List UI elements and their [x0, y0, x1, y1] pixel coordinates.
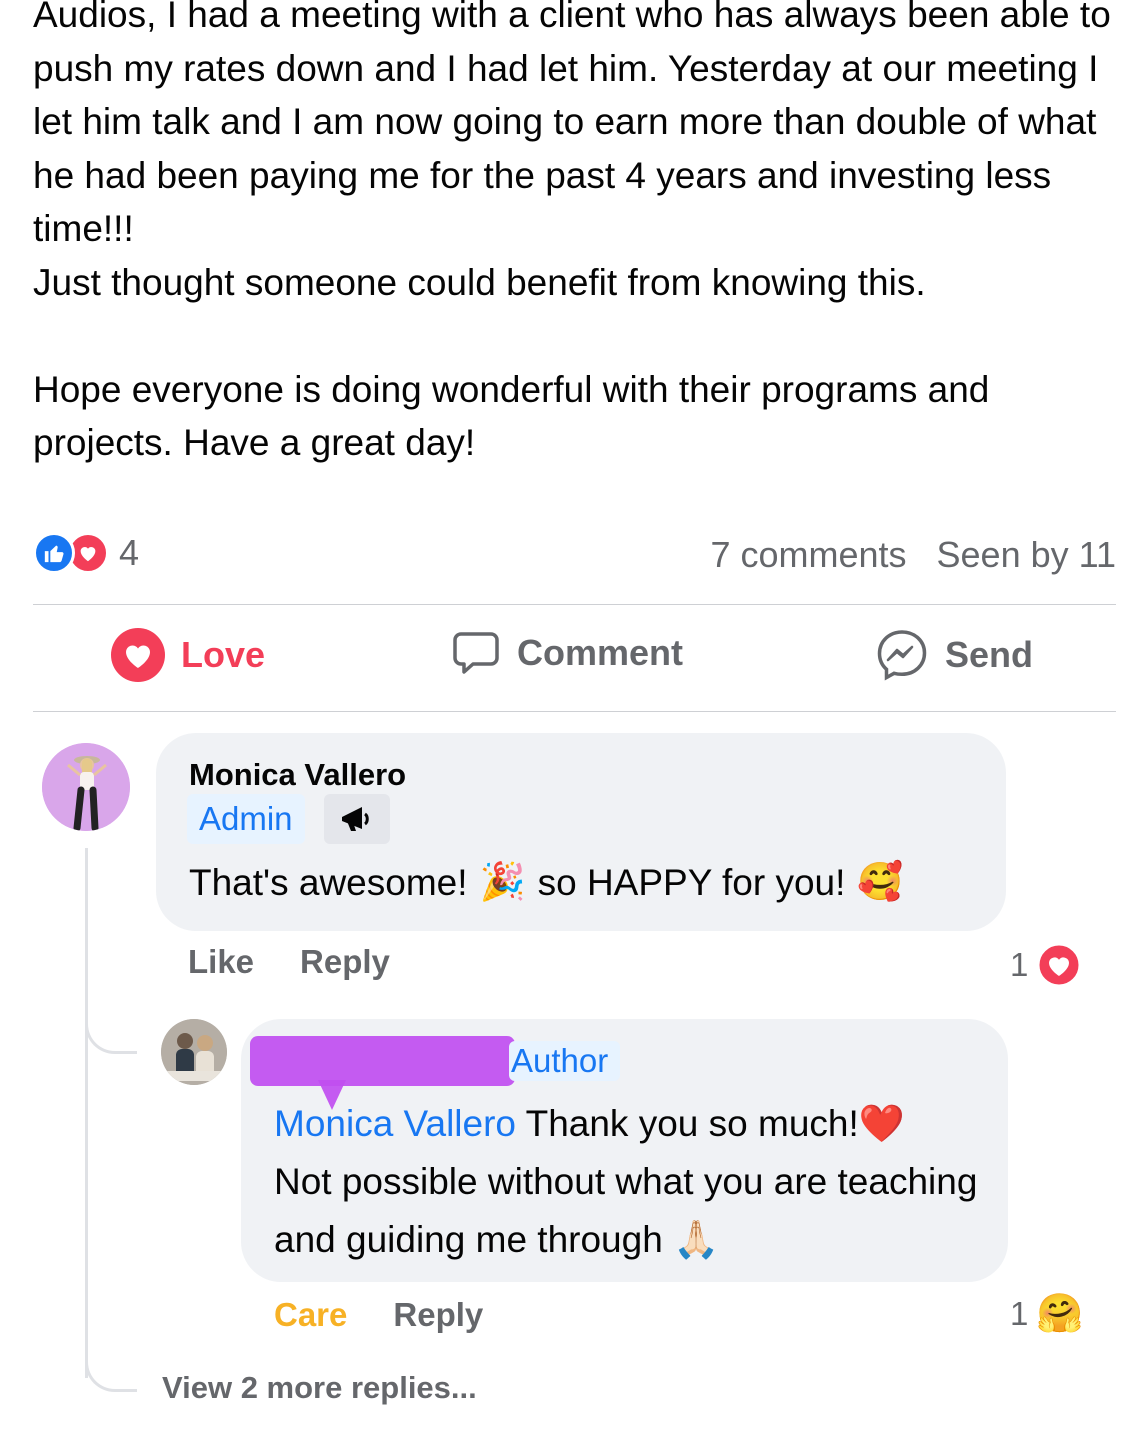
- reply-button[interactable]: Reply: [393, 1296, 483, 1334]
- thread-line: [85, 848, 88, 1378]
- love-icon: [1036, 942, 1082, 988]
- reaction-count: 1: [1010, 946, 1029, 983]
- comment-reaction-count[interactable]: 1: [1010, 942, 1082, 988]
- reply-button[interactable]: Reply: [300, 943, 390, 981]
- post-paragraph-1: Audios, I had a meeting with a client wh…: [33, 0, 1111, 303]
- post-stats: 4 7 comments Seen by 11: [33, 530, 1116, 580]
- reaction-count: 4: [119, 532, 140, 573]
- reply-reaction-count[interactable]: 1 🤗: [1010, 1292, 1084, 1336]
- love-button[interactable]: Love: [111, 628, 265, 682]
- comment-actions: Like Reply: [188, 943, 390, 981]
- divider-top: [33, 604, 1116, 605]
- comments-count-link[interactable]: 7 comments: [710, 534, 906, 576]
- comment-text: That's awesome! 🎉 so HAPPY for you! 🥰: [189, 861, 903, 904]
- comment-icon: [453, 632, 499, 674]
- love-label: Love: [181, 634, 266, 675]
- thread-connector: [85, 990, 137, 1054]
- megaphone-icon[interactable]: [324, 794, 390, 844]
- folded-hands-emoji: 🙏🏻: [673, 1219, 720, 1260]
- send-button[interactable]: Send: [875, 628, 1033, 682]
- comment-text-part: so HAPPY for you!: [537, 861, 846, 903]
- comment-button[interactable]: Comment: [451, 628, 683, 678]
- party-popper-emoji: 🎉: [479, 861, 526, 902]
- thread-connector: [85, 1330, 137, 1392]
- reply-text-part: Thank you so much!: [515, 1103, 859, 1144]
- post-paragraph-2: Hope everyone is doing wonderful with th…: [33, 368, 1000, 464]
- mention-link[interactable]: Monica Vallero: [274, 1103, 516, 1144]
- divider-bottom: [33, 711, 1116, 712]
- comment-author-name[interactable]: Monica Vallero: [189, 757, 406, 793]
- messenger-icon: [877, 630, 927, 681]
- smiling-hearts-emoji: 🥰: [857, 861, 904, 902]
- avatar[interactable]: [42, 743, 130, 831]
- reaction-summary[interactable]: 4: [33, 532, 139, 574]
- like-button[interactable]: Like: [188, 943, 254, 981]
- comment-bubble[interactable]: Monica Vallero Admin That's awesome! 🎉 s…: [156, 733, 1006, 931]
- send-label: Send: [945, 634, 1034, 675]
- red-heart-emoji: ❤️: [858, 1103, 905, 1144]
- avatar[interactable]: [161, 1019, 227, 1085]
- author-badge[interactable]: Author: [509, 1041, 621, 1081]
- like-icon: [33, 532, 75, 574]
- post-body: Audios, I had a meeting with a client wh…: [33, 0, 1123, 470]
- love-icon: [111, 628, 165, 682]
- comment-text-part: That's awesome!: [189, 861, 468, 903]
- reply-text: Monica Vallero Thank you so much!❤️ Not …: [274, 1095, 994, 1269]
- action-bar: Love Comment Send: [33, 606, 1116, 710]
- admin-badge[interactable]: Admin: [187, 794, 305, 844]
- care-icon: 🤗: [1036, 1293, 1084, 1335]
- reply-text-part: Not possible without what you are teachi…: [274, 1161, 978, 1260]
- reply-actions: Care Reply: [274, 1296, 483, 1334]
- seen-by-link[interactable]: Seen by 11: [937, 534, 1116, 576]
- comment-label: Comment: [517, 632, 684, 673]
- view-more-replies-link[interactable]: View 2 more replies...: [162, 1370, 477, 1406]
- redacted-author-name: [250, 1036, 515, 1086]
- care-button[interactable]: Care: [274, 1296, 347, 1334]
- reaction-count: 1: [1010, 1295, 1029, 1332]
